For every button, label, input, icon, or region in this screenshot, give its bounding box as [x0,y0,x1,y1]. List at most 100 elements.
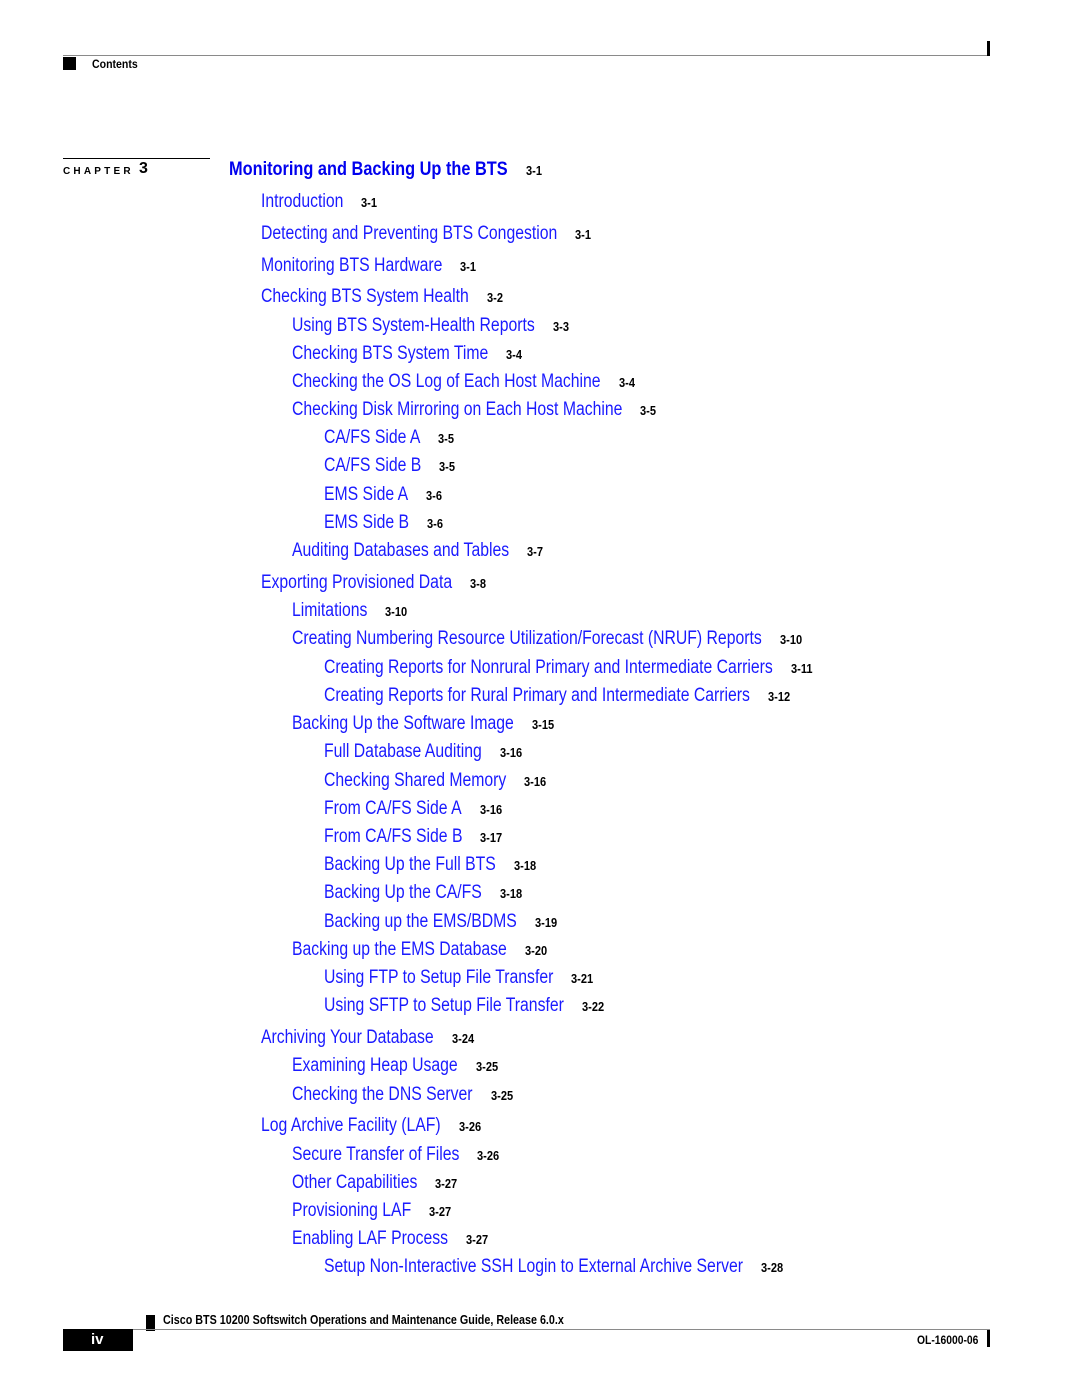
toc-page-number: 3-17 [480,830,503,845]
toc-page-number: 3-18 [513,858,536,873]
toc-page-number: 3-28 [760,1260,784,1275]
toc-entry[interactable]: From CA/FS Side B 3-17 [324,827,506,846]
toc-entry[interactable]: Full Database Auditing 3-16 [324,742,526,761]
toc-entry-title[interactable]: Using SFTP to Setup File Transfer [324,996,564,1015]
toc-entry-title[interactable]: Checking Disk Mirroring on Each Host Mac… [292,400,622,419]
toc-entry-title[interactable]: Secure Transfer of Files [292,1145,459,1164]
toc-entry[interactable]: Provisioning LAF 3-27 [292,1201,455,1220]
toc-entry-title[interactable]: Creating Numbering Resource Utilization/… [292,629,762,648]
toc-entry-title[interactable]: Setup Non-Interactive SSH Login to Exter… [324,1257,743,1276]
toc-page-number: 3-20 [524,943,547,958]
toc-entry[interactable]: Enabling LAF Process 3-27 [292,1229,492,1248]
toc-entry[interactable]: Creating Numbering Resource Utilization/… [292,629,806,648]
header-section-label: Contents [92,57,138,71]
toc-page-number: 3-1 [525,163,542,178]
toc-page-number: 3-10 [385,604,408,619]
toc-entry[interactable]: Auditing Databases and Tables 3-7 [292,541,546,560]
toc-entry-title[interactable]: EMS Side B [324,513,409,532]
toc-entry-title[interactable]: Archiving Your Database [261,1028,434,1047]
toc-page-number: 3-15 [531,717,554,732]
toc-entry[interactable]: CA/FS Side B 3-5 [324,456,458,475]
toc-entry-title[interactable]: Provisioning LAF [292,1201,411,1220]
toc-entry[interactable]: Monitoring BTS Hardware 3-1 [261,256,479,275]
toc-page-number: 3-19 [534,915,558,930]
toc-entry[interactable]: Backing Up the CA/FS 3-18 [324,883,526,902]
toc-entry[interactable]: EMS Side A 3-6 [324,485,445,504]
toc-page-number: 3-5 [439,459,456,474]
toc-entry-title[interactable]: Backing up the EMS Database [292,940,507,959]
toc-entry-title[interactable]: Checking BTS System Time [292,344,488,363]
toc-entry-title[interactable]: Backing Up the Software Image [292,714,514,733]
toc-entry[interactable]: Checking the DNS Server 3-25 [292,1085,517,1104]
toc-entry-title[interactable]: Full Database Auditing [324,742,482,761]
toc-entry-title[interactable]: Enabling LAF Process [292,1229,448,1248]
toc-page-number: 3-11 [790,661,813,676]
toc-entry-title[interactable]: Auditing Databases and Tables [292,541,509,560]
toc-entry[interactable]: Using BTS System-Health Reports 3-3 [292,316,572,335]
toc-page-number: 3-6 [426,488,443,503]
toc-entry-title[interactable]: Creating Reports for Rural Primary and I… [324,686,750,705]
toc-page-number: 3-26 [477,1148,500,1163]
toc-entry-title[interactable]: Using BTS System-Health Reports [292,316,535,335]
toc-entry[interactable]: Introduction 3-1 [261,192,380,211]
toc-chapter-title[interactable]: Monitoring and Backing Up the BTS [229,160,508,179]
toc-entry[interactable]: Checking Disk Mirroring on Each Host Mac… [292,400,659,419]
toc-entry-title[interactable]: Backing Up the CA/FS [324,883,482,902]
toc-entry[interactable]: Backing Up the Software Image 3-15 [292,714,558,733]
toc-entry[interactable]: From CA/FS Side A 3-16 [324,799,506,818]
chapter-number: 3 [139,160,148,177]
toc-entry[interactable]: Secure Transfer of Files 3-26 [292,1145,503,1164]
toc-chapter-entry[interactable]: Monitoring and Backing Up the BTS 3-1 [229,160,545,179]
toc-entry-title[interactable]: CA/FS Side B [324,456,421,475]
toc-entry[interactable]: Creating Reports for Nonrural Primary an… [324,658,816,677]
toc-entry-title[interactable]: Backing Up the Full BTS [324,855,496,874]
toc-page-number: 3-10 [779,632,802,647]
toc-entry[interactable]: Other Capabilities 3-27 [292,1173,461,1192]
footer-book-title: Cisco BTS 10200 Softswitch Operations an… [163,1313,564,1327]
toc-page-number: 3-27 [466,1232,489,1247]
toc-entry[interactable]: Backing up the EMS Database 3-20 [292,940,551,959]
toc-entry[interactable]: CA/FS Side A 3-5 [324,428,457,447]
toc-entry-title[interactable]: Creating Reports for Nonrural Primary an… [324,658,773,677]
toc-entry-title[interactable]: Checking the DNS Server [292,1085,473,1104]
toc-entry-title[interactable]: Examining Heap Usage [292,1056,458,1075]
toc-entry[interactable]: Checking BTS System Time 3-4 [292,344,525,363]
toc-entry-title[interactable]: From CA/FS Side A [324,799,462,818]
toc-page-number: 3-18 [499,886,522,901]
toc-entry[interactable]: Checking BTS System Health 3-2 [261,287,506,306]
toc-entry[interactable]: Limitations 3-10 [292,601,411,620]
toc-entry[interactable]: Log Archive Facility (LAF) 3-26 [261,1116,485,1135]
footer-edge-mark [987,1330,990,1347]
toc-entry-title[interactable]: From CA/FS Side B [324,827,462,846]
toc-page-number: 3-27 [429,1204,452,1219]
toc-entry-title[interactable]: Exporting Provisioned Data [261,573,452,592]
toc-entry[interactable]: EMS Side B 3-6 [324,513,446,532]
toc-entry-title[interactable]: Other Capabilities [292,1173,417,1192]
toc-entry[interactable]: Backing up the EMS/BDMS 3-19 [324,912,561,931]
toc-entry[interactable]: Setup Non-Interactive SSH Login to Exter… [324,1257,787,1276]
toc-entry[interactable]: Creating Reports for Rural Primary and I… [324,686,794,705]
toc-entry-title[interactable]: CA/FS Side A [324,428,420,447]
toc-entry-title[interactable]: Backing up the EMS/BDMS [324,912,517,931]
toc-entry-title[interactable]: Using FTP to Setup File Transfer [324,968,553,987]
toc-entry[interactable]: Using FTP to Setup File Transfer 3-21 [324,968,597,987]
toc-entry[interactable]: Using SFTP to Setup File Transfer 3-22 [324,996,608,1015]
toc-entry-title[interactable]: Limitations [292,601,367,620]
toc-entry-title[interactable]: Log Archive Facility (LAF) [261,1116,441,1135]
toc-entry-title[interactable]: Monitoring BTS Hardware [261,256,442,275]
toc-entry[interactable]: Exporting Provisioned Data 3-8 [261,573,489,592]
toc-entry[interactable]: Checking the OS Log of Each Host Machine… [292,372,637,391]
toc-entry[interactable]: Examining Heap Usage 3-25 [292,1056,502,1075]
toc-entry-title[interactable]: Checking the OS Log of Each Host Machine [292,372,601,391]
toc-entry[interactable]: Backing Up the Full BTS 3-18 [324,855,540,874]
toc-entry-title[interactable]: Detecting and Preventing BTS Congestion [261,224,557,243]
toc-entry-title[interactable]: Checking BTS System Health [261,287,469,306]
toc-entry[interactable]: Checking Shared Memory 3-16 [324,771,550,790]
toc-page-number: 3-5 [438,431,455,446]
toc-entry-title[interactable]: Introduction [261,192,343,211]
toc-entry[interactable]: Detecting and Preventing BTS Congestion 3… [261,224,594,243]
toc-entry-title[interactable]: EMS Side A [324,485,408,504]
toc-entry[interactable]: Archiving Your Database 3-24 [261,1028,478,1047]
toc-entry-title[interactable]: Checking Shared Memory [324,771,506,790]
chapter-label: CHAPTER [63,166,134,177]
